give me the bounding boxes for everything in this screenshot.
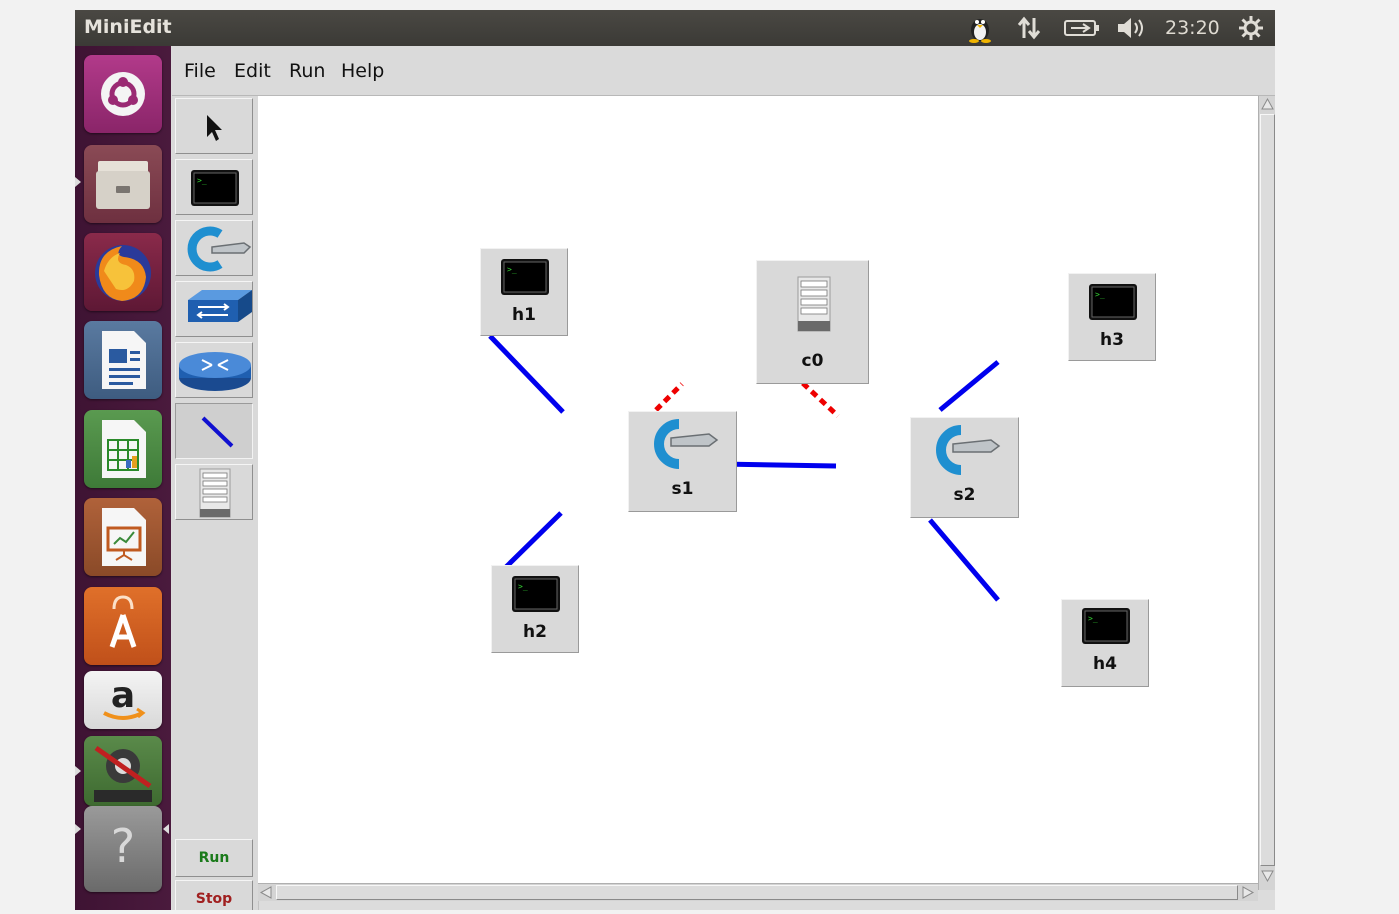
launcher: a ?	[75, 46, 171, 910]
svg-text:>_: >_	[1095, 290, 1105, 299]
node-h3[interactable]: >_ h3	[1068, 273, 1156, 361]
horizontal-scrollbar[interactable]	[258, 883, 1258, 901]
menu-file[interactable]: File	[184, 60, 216, 82]
controller-link-c0-s1[interactable]	[654, 382, 684, 412]
host-tool-button[interactable]: >_	[175, 159, 253, 215]
topology-canvas[interactable]: >_ h1 >_ h2 >_ h3 >_ h4 c0 s1 s2	[258, 96, 1258, 890]
node-label: h4	[1093, 654, 1117, 674]
node-h4[interactable]: >_ h4	[1061, 599, 1149, 687]
switch-tool-button[interactable]	[175, 220, 253, 276]
svg-text:a: a	[111, 675, 135, 716]
writer-icon[interactable]	[84, 321, 162, 399]
ubuntu-dash-icon[interactable]	[84, 55, 162, 133]
select-tool-button[interactable]	[175, 98, 253, 154]
run-button[interactable]: Run	[175, 839, 253, 877]
node-h1[interactable]: >_ h1	[480, 248, 568, 336]
impress-icon[interactable]	[84, 498, 162, 576]
terminal-icon: >_	[191, 170, 239, 206]
tux-icon[interactable]	[965, 10, 995, 46]
files-icon[interactable]	[84, 145, 162, 223]
horizontal-scroll-thumb[interactable]	[276, 885, 1238, 900]
network-updown-icon[interactable]	[1015, 10, 1043, 46]
node-label: c0	[801, 351, 824, 371]
settings-icon[interactable]	[84, 736, 162, 806]
node-label: s1	[671, 479, 694, 499]
node-label: h3	[1100, 330, 1124, 350]
volume-icon[interactable]	[1115, 10, 1149, 46]
menu-help[interactable]: Help	[341, 60, 384, 82]
link-h2-s1[interactable]	[503, 511, 563, 570]
vertical-scroll-thumb[interactable]	[1260, 114, 1275, 866]
node-s1[interactable]: s1	[628, 411, 737, 512]
link-tool-button[interactable]	[175, 403, 253, 459]
node-label: h2	[523, 622, 547, 642]
top-panel: MiniEdit 23:20	[75, 10, 1275, 46]
svg-text:>_: >_	[507, 265, 517, 274]
scroll-down-arrow-icon[interactable]	[1259, 867, 1275, 884]
legacy-switch-tool-button[interactable]	[175, 281, 253, 337]
terminal-icon: >_	[1082, 608, 1130, 644]
svg-text:>_: >_	[518, 582, 528, 591]
node-h2[interactable]: >_ h2	[491, 565, 579, 653]
firefox-icon[interactable]	[84, 233, 162, 311]
software-center-icon[interactable]	[84, 587, 162, 665]
menu-run[interactable]: Run	[289, 60, 325, 82]
node-s2[interactable]: s2	[910, 417, 1019, 518]
openflow-switch-icon	[187, 226, 252, 272]
link-h4-s2[interactable]	[928, 518, 1000, 602]
svg-text:>_: >_	[1088, 614, 1098, 623]
menu-edit[interactable]: Edit	[234, 60, 271, 82]
controller-tool-button[interactable]	[175, 464, 253, 520]
amazon-icon[interactable]: a	[84, 671, 162, 729]
scroll-up-arrow-icon[interactable]	[1259, 96, 1275, 113]
gear-icon[interactable]	[1237, 10, 1265, 46]
svg-text:>_: >_	[197, 176, 207, 185]
legacy-switch-icon	[188, 290, 252, 322]
link-h1-s1[interactable]	[488, 334, 565, 414]
stop-button[interactable]: Stop	[175, 880, 253, 910]
scroll-right-arrow-icon[interactable]	[1239, 884, 1256, 901]
scroll-left-arrow-icon[interactable]	[258, 884, 275, 901]
window-title: MiniEdit	[84, 16, 172, 38]
link-layer	[488, 334, 1000, 602]
vertical-scrollbar[interactable]	[1258, 96, 1275, 890]
svg-text:?: ?	[111, 819, 135, 873]
desktop: MiniEdit 23:20 a ? File Edit Run Help >_…	[75, 10, 1275, 910]
clock[interactable]: 23:20	[1165, 10, 1220, 46]
router-tool-button[interactable]	[175, 342, 253, 398]
arrow-cursor-icon	[207, 115, 222, 141]
server-icon	[199, 468, 231, 518]
node-label: h1	[512, 305, 536, 325]
node-label: s2	[953, 485, 976, 505]
calc-icon[interactable]	[84, 410, 162, 488]
link-h3-s2[interactable]	[938, 360, 1000, 412]
node-c0[interactable]: c0	[756, 260, 869, 384]
menubar: File Edit Run Help	[172, 46, 1275, 96]
tool-palette: >_ Run Stop	[172, 96, 259, 910]
router-icon	[179, 352, 251, 391]
battery-icon[interactable]	[1063, 10, 1101, 46]
help-icon[interactable]: ?	[84, 806, 162, 892]
link-line-icon	[201, 416, 234, 448]
